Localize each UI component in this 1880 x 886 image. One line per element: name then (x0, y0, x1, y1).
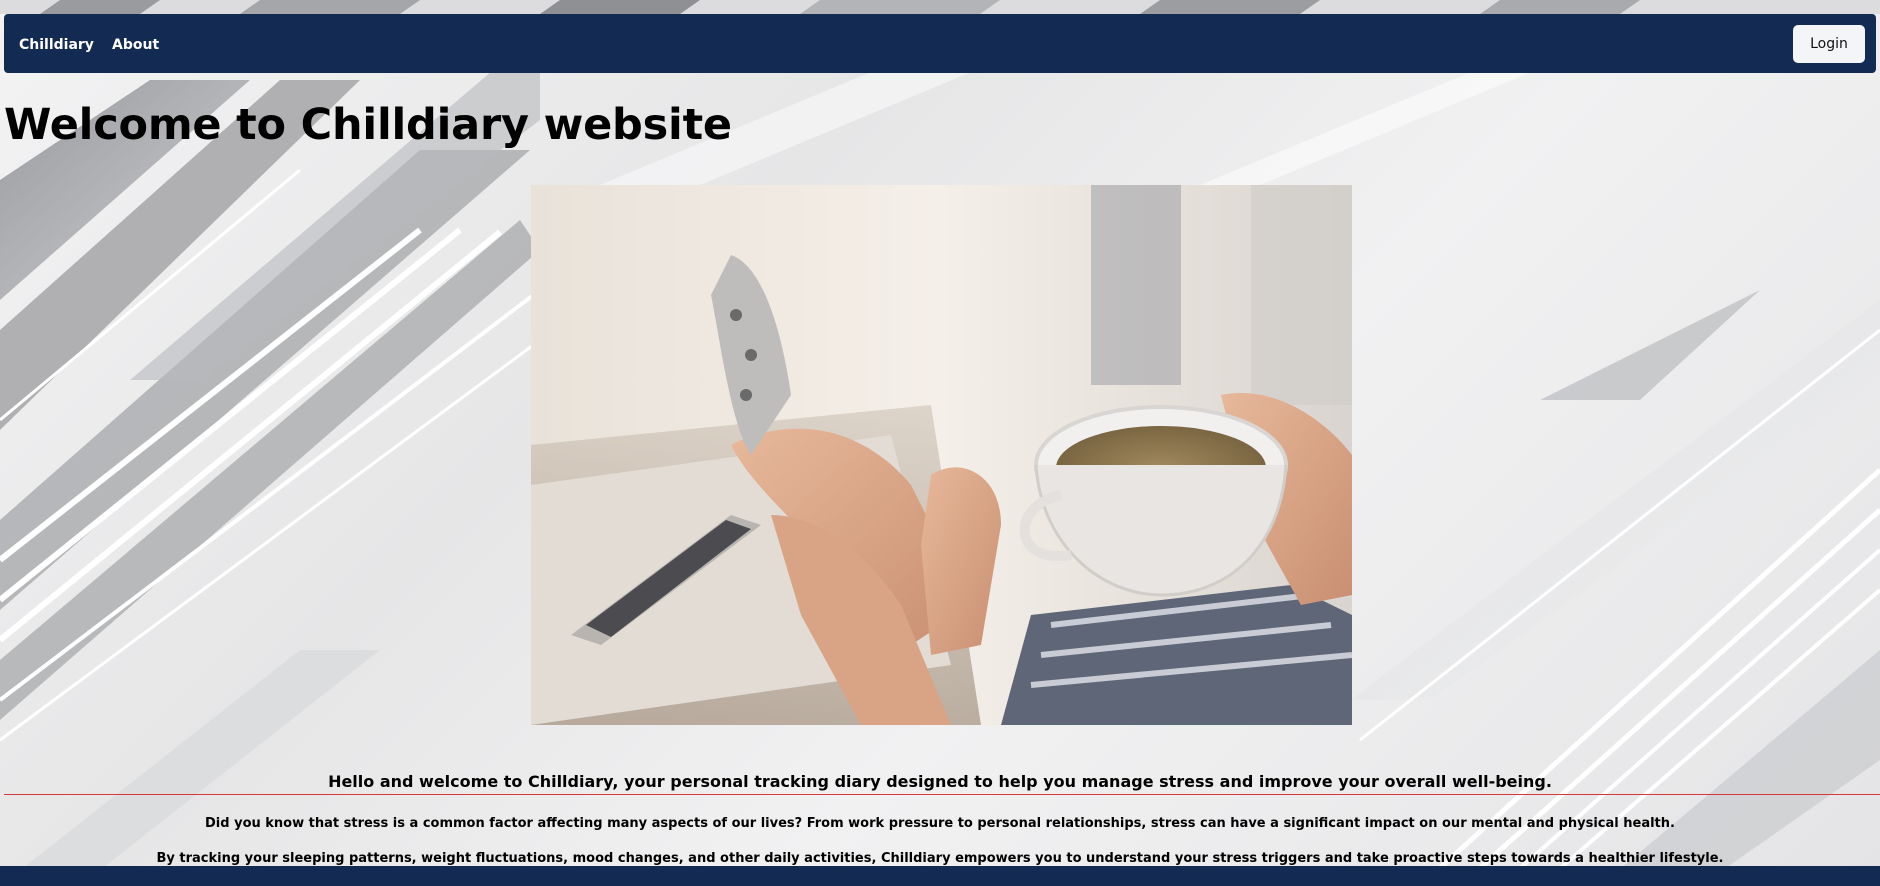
page-title: Welcome to Chilldiary website (4, 100, 732, 150)
brand-link[interactable]: Chilldiary (19, 37, 94, 53)
stress-info-paragraph: Did you know that stress is a common fac… (205, 816, 1675, 831)
hero-image (531, 185, 1352, 725)
tracking-info-paragraph: By tracking your sleeping patterns, weig… (156, 851, 1724, 866)
top-navbar: Chilldiary About Login (4, 14, 1876, 73)
intro-text: Hello and welcome to Chilldiary, your pe… (328, 772, 1552, 791)
login-button[interactable]: Login (1793, 25, 1865, 63)
nav-about-link[interactable]: About (112, 37, 159, 53)
footer-bar (0, 866, 1880, 886)
section-divider (4, 794, 1880, 795)
